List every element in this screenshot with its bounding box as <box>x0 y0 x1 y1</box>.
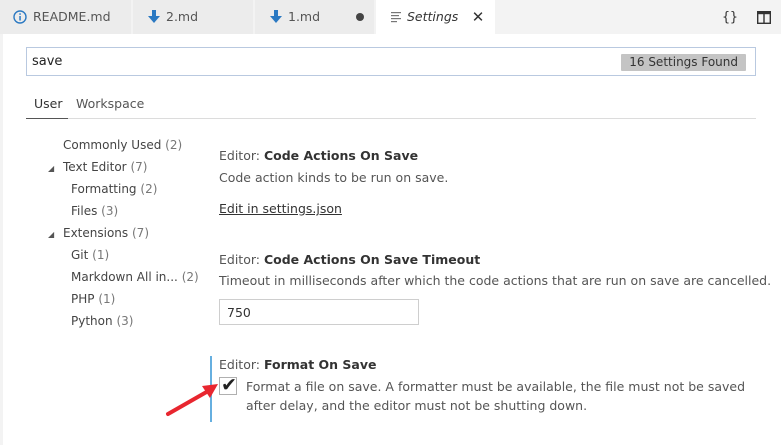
toc-item-extensions[interactable]: Extensions (7) <box>63 226 149 240</box>
scope-tabs: User Workspace <box>26 90 756 119</box>
toc-label: Git <box>71 248 89 262</box>
setting-title-code-actions-on-save: Editor: Code Actions On Save <box>219 148 418 163</box>
toc-label: Markdown All in... <box>71 270 178 284</box>
active-tab-underline <box>26 118 68 119</box>
tab-settings[interactable]: Settings ✕ <box>376 0 496 34</box>
toc-item-python[interactable]: Python (3) <box>71 314 133 328</box>
timeout-input[interactable]: 750 <box>219 299 419 325</box>
toc-count: (1) <box>92 248 110 262</box>
toc-item-files[interactable]: Files (3) <box>71 204 118 218</box>
setting-category: Editor: <box>219 252 264 267</box>
toc-count: (7) <box>132 226 149 240</box>
toc-label: PHP <box>71 292 95 306</box>
toc-label: Extensions <box>63 226 129 240</box>
setting-description: Timeout in milliseconds after which the … <box>219 273 772 288</box>
toc-count: (2) <box>165 138 183 152</box>
download-arrow-icon <box>148 10 160 24</box>
tab-label: Settings <box>407 9 459 24</box>
settings-found-badge: 16 Settings Found <box>621 54 746 71</box>
unsaved-dot-icon[interactable] <box>356 13 364 21</box>
toc-label: Python <box>71 314 113 328</box>
left-gutter <box>0 34 3 445</box>
setting-description: Code action kinds to be run on save. <box>219 170 449 185</box>
toc-item-markdown-all-in-one[interactable]: Markdown All in... (2) <box>71 270 199 284</box>
toc-label: Text Editor <box>63 160 127 174</box>
toc-item-commonly-used[interactable]: Commonly Used (2) <box>63 138 182 152</box>
toc-item-formatting[interactable]: Formatting (2) <box>71 182 157 196</box>
toc-count: (1) <box>98 292 116 306</box>
setting-name: Format On Save <box>263 357 377 372</box>
toc-count: (7) <box>130 160 148 174</box>
braces-icon: {} <box>722 9 738 25</box>
toc-item-text-editor[interactable]: Text Editor (7) <box>63 160 147 174</box>
edit-in-settings-json-link[interactable]: Edit in settings.json <box>219 201 342 216</box>
tab-label: README.md <box>33 9 111 24</box>
close-icon[interactable]: ✕ <box>471 10 485 25</box>
toc-count: (3) <box>116 314 134 328</box>
tab-user[interactable]: User <box>34 96 63 111</box>
editor-actions: {} <box>713 0 781 34</box>
setting-category: Editor: <box>219 148 264 163</box>
tab-1md[interactable]: 1.md <box>255 0 375 34</box>
download-arrow-icon <box>270 10 282 24</box>
open-settings-json-button[interactable]: {} <box>713 0 747 34</box>
toc-label: Formatting <box>71 182 137 196</box>
setting-name: Code Actions On Save Timeout <box>263 252 481 267</box>
toc-count: (3) <box>101 204 119 218</box>
chevron-down-icon[interactable]: ◢ <box>48 230 54 239</box>
toc-count: (2) <box>140 182 158 196</box>
toc-label: Commonly Used <box>63 138 162 152</box>
toc-label: Files <box>71 204 98 218</box>
toc-item-git[interactable]: Git (1) <box>71 248 109 262</box>
setting-title-code-actions-on-save-timeout: Editor: Code Actions On Save Timeout <box>219 252 480 267</box>
tab-label: 1.md <box>288 9 321 24</box>
setting-description: Format a file on save. A formatter must … <box>246 379 746 413</box>
setting-title-format-on-save: Editor: Format On Save <box>219 357 376 372</box>
red-arrow-annotation <box>166 384 218 416</box>
toc-count: (2) <box>181 270 199 284</box>
info-icon <box>13 10 27 24</box>
lines-icon <box>391 11 403 23</box>
search-input[interactable]: save 16 Settings Found <box>26 47 756 76</box>
tab-readme[interactable]: README.md <box>0 0 132 34</box>
split-editor-icon <box>757 10 771 24</box>
setting-category: Editor: <box>219 357 264 372</box>
search-value: save <box>32 54 63 69</box>
toc-item-php[interactable]: PHP (1) <box>71 292 115 306</box>
tab-2md[interactable]: 2.md <box>133 0 254 34</box>
tab-workspace[interactable]: Workspace <box>76 96 144 111</box>
setting-name: Code Actions On Save <box>263 148 419 163</box>
tab-label: 2.md <box>166 9 199 24</box>
tab-bar: README.md 2.md 1.md Settings ✕ {} <box>0 0 781 34</box>
chevron-down-icon[interactable]: ◢ <box>48 164 54 173</box>
split-editor-button[interactable] <box>747 0 781 34</box>
